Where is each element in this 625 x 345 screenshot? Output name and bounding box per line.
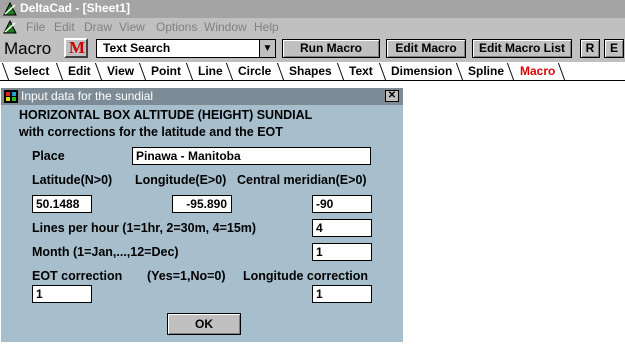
macro-mode-button[interactable]: M xyxy=(64,38,88,58)
menu-view[interactable]: View xyxy=(119,20,145,34)
dialog-heading-line2: with corrections for the latitude and th… xyxy=(19,125,283,139)
tab-separator xyxy=(379,63,387,79)
menu-draw[interactable]: Draw xyxy=(84,20,112,34)
macro-m-icon: M xyxy=(69,38,86,57)
command-tabs: Select Edit View Point Line Circle Shape… xyxy=(0,62,625,81)
macro-select[interactable]: Text Search ▼ xyxy=(96,39,276,58)
tab-shapes[interactable]: Shapes xyxy=(289,63,332,79)
longitude-field[interactable]: -95.890 xyxy=(172,195,232,213)
run-macro-button[interactable]: Run Macro xyxy=(282,39,380,58)
lines-per-hour-field[interactable]: 4 xyxy=(312,219,372,237)
ok-button[interactable]: OK xyxy=(167,313,241,335)
month-field[interactable]: 1 xyxy=(312,243,372,261)
longitude-correction-label: Longitude correction xyxy=(243,269,368,283)
menu-bar: File Edit Draw View Options Window Help xyxy=(0,18,625,36)
tab-separator xyxy=(337,63,345,79)
tab-select[interactable]: Select xyxy=(14,63,49,79)
tab-dimension[interactable]: Dimension xyxy=(391,63,452,79)
menu-file[interactable]: File xyxy=(26,20,45,34)
close-icon[interactable]: ✕ xyxy=(385,90,399,102)
tab-separator xyxy=(2,63,10,79)
edit-macro-list-button[interactable]: Edit Macro List xyxy=(472,39,572,58)
tab-separator xyxy=(507,63,515,79)
dialog-title: Input data for the sundial xyxy=(21,89,154,103)
tab-circle[interactable]: Circle xyxy=(238,63,271,79)
tab-separator xyxy=(56,63,64,79)
place-label: Place xyxy=(32,149,65,163)
macro-select-value: Text Search xyxy=(103,41,171,55)
dialog-title-bar: Input data for the sundial ✕ xyxy=(1,88,403,105)
deltacad-app-icon xyxy=(3,2,17,16)
dialog-app-icon xyxy=(4,90,18,103)
yes-no-hint: (Yes=1,No=0) xyxy=(147,269,226,283)
sundial-input-dialog: Input data for the sundial ✕ HORIZONTAL … xyxy=(0,87,404,343)
document-icon[interactable] xyxy=(3,20,17,34)
tab-separator xyxy=(186,63,194,79)
r-button[interactable]: R xyxy=(580,39,600,58)
central-meridian-field[interactable]: -90 xyxy=(312,195,372,213)
tab-separator xyxy=(226,63,234,79)
tab-separator xyxy=(277,63,285,79)
menu-options[interactable]: Options xyxy=(156,20,197,34)
tab-macro[interactable]: Macro xyxy=(520,63,555,79)
dialog-heading-line1: HORIZONTAL BOX ALTITUDE (HEIGHT) SUNDIAL xyxy=(19,108,313,122)
tab-text[interactable]: Text xyxy=(349,63,373,79)
app-title-bar: DeltaCad - [Sheet1] xyxy=(0,0,625,18)
tab-edit[interactable]: Edit xyxy=(68,63,91,79)
e-button[interactable]: E xyxy=(604,39,624,58)
eot-correction-field[interactable]: 1 xyxy=(32,285,92,303)
lines-per-hour-label: Lines per hour (1=1hr, 2=30m, 4=15m) xyxy=(32,221,257,235)
tab-separator xyxy=(95,63,103,79)
tab-separator xyxy=(456,63,464,79)
longitude-correction-field[interactable]: 1 xyxy=(312,285,372,303)
latitude-label: Latitude(N>0) xyxy=(32,173,113,187)
menu-window[interactable]: Window xyxy=(204,20,247,34)
tab-view[interactable]: View xyxy=(107,63,134,79)
edit-macro-button[interactable]: Edit Macro xyxy=(386,39,466,58)
menu-edit[interactable]: Edit xyxy=(54,20,75,34)
tab-separator xyxy=(558,63,566,79)
dropdown-arrow-icon[interactable]: ▼ xyxy=(259,40,275,57)
month-label: Month (1=Jan,...,12=Dec) xyxy=(32,245,179,259)
tab-separator xyxy=(139,63,147,79)
tab-point[interactable]: Point xyxy=(151,63,181,79)
app-title: DeltaCad - [Sheet1] xyxy=(20,1,131,15)
tab-spline[interactable]: Spline xyxy=(468,63,504,79)
macro-label: Macro xyxy=(4,39,52,58)
macro-toolbar: Macro M Text Search ▼ Run Macro Edit Mac… xyxy=(0,36,625,62)
latitude-field[interactable]: 50.1488 xyxy=(32,195,92,213)
menu-help[interactable]: Help xyxy=(254,20,279,34)
central-meridian-label: Central meridian(E>0) xyxy=(237,173,367,187)
longitude-label: Longitude(E>0) xyxy=(135,173,227,187)
eot-correction-label: EOT correction xyxy=(32,269,123,283)
tab-line[interactable]: Line xyxy=(198,63,223,79)
place-field[interactable]: Pinawa - Manitoba xyxy=(132,147,371,165)
